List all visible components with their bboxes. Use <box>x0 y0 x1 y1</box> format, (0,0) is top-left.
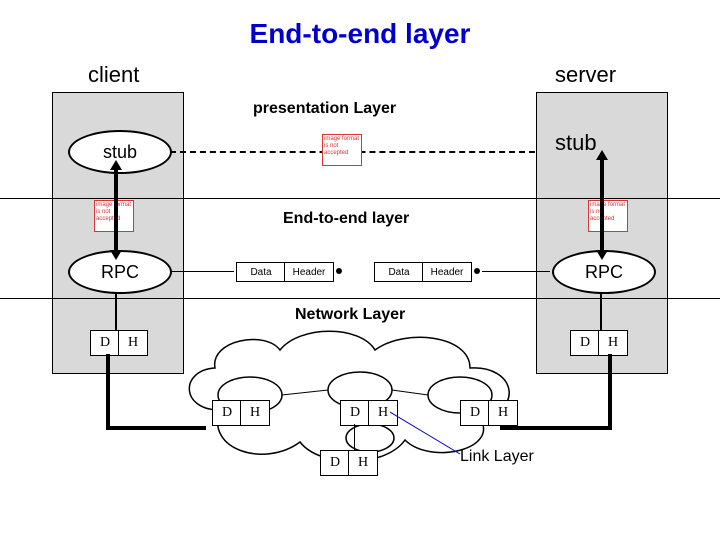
server-stub-text: stub <box>555 130 597 156</box>
packet-dot-2 <box>474 268 480 274</box>
server-label: server <box>555 62 616 88</box>
hop2-d: D <box>340 400 370 426</box>
client-h-box: H <box>118 330 148 356</box>
presentation-layer-label: presentation Layer <box>253 100 396 118</box>
endtoend-layer-label: End-to-end layer <box>283 210 409 228</box>
client-d-box: D <box>90 330 120 356</box>
client-label: client <box>88 62 139 88</box>
packet-header-1: Header <box>284 262 334 282</box>
server-arrowheads <box>593 150 611 260</box>
hop3-h: H <box>488 400 518 426</box>
server-down-line <box>608 388 612 430</box>
packet-dot-1 <box>336 268 342 274</box>
server-dh-down <box>608 354 612 388</box>
client-rpc-text: RPC <box>101 262 139 283</box>
hop4-d: D <box>320 450 350 476</box>
rpc-packet-line-right <box>482 271 550 272</box>
link-layer-label: Link Layer <box>460 448 534 466</box>
link-layer-pointer <box>390 410 470 460</box>
packet-data-2: Data <box>374 262 424 282</box>
divider-2 <box>0 298 720 299</box>
placeholder-top: image format is not accepted <box>322 134 362 166</box>
client-dh-down <box>106 354 110 388</box>
packet-header-2: Header <box>422 262 472 282</box>
hop2-to-hop4-line <box>354 424 355 450</box>
server-d-box: D <box>570 330 600 356</box>
hop1-h: H <box>240 400 270 426</box>
server-h-box: H <box>598 330 628 356</box>
hop1-d: D <box>212 400 242 426</box>
server-into-cloud-line <box>500 426 612 430</box>
client-down-line <box>106 388 110 430</box>
packet-data-1: Data <box>236 262 286 282</box>
server-rpc-dh-line <box>600 292 602 330</box>
server-rpc-text: RPC <box>585 262 623 283</box>
rpc-packet-line-left <box>170 271 234 272</box>
hop4-h: H <box>348 450 378 476</box>
client-rpc-dh-line <box>115 292 117 330</box>
page-title: End-to-end layer <box>0 18 720 50</box>
client-into-cloud-line <box>106 426 206 430</box>
client-arrowheads <box>107 160 125 260</box>
